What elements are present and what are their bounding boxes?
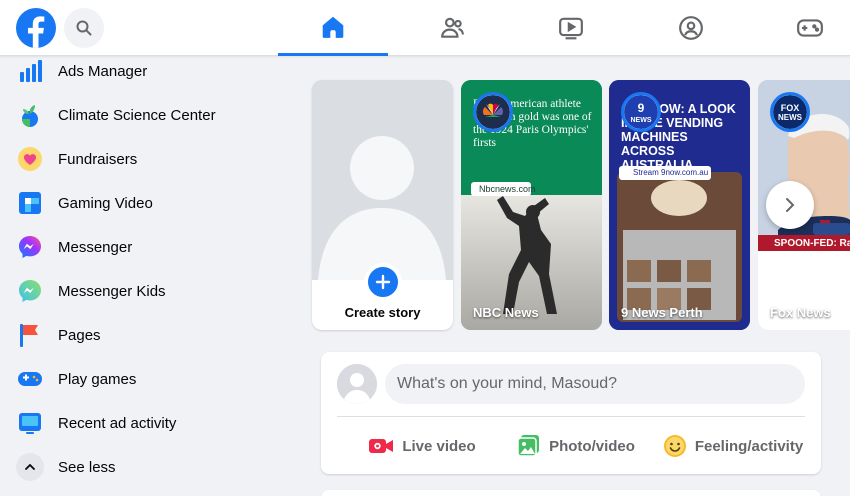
- search-icon: [76, 20, 92, 36]
- live-video-label: Live video: [402, 437, 476, 455]
- story-name: 9 News Perth: [621, 305, 703, 320]
- add-story-plus-icon[interactable]: [363, 263, 402, 301]
- svg-text:FOX: FOX: [781, 103, 800, 113]
- sidebar-item-label: Messenger: [58, 238, 133, 256]
- next-feed-card: [321, 490, 821, 496]
- story-source: Nbcnews.com: [479, 184, 536, 194]
- sidebar-item-label: Fundraisers: [58, 150, 138, 168]
- tab-groups[interactable]: [636, 0, 746, 56]
- sidebar-item-label: Gaming Video: [58, 194, 153, 212]
- home-icon: [322, 16, 344, 38]
- create-story-card[interactable]: Create story: [312, 80, 453, 330]
- sidebar-item-fundraisers[interactable]: Fundraisers: [8, 137, 280, 181]
- fox-news-avatar: FOX NEWS: [770, 92, 810, 132]
- recent-ad-activity-icon: [16, 409, 44, 437]
- live-video-button[interactable]: Live video: [347, 426, 497, 466]
- story-name: NBC News: [473, 305, 539, 320]
- photo-video-button[interactable]: Photo/video: [501, 426, 651, 466]
- svg-text:NEWS: NEWS: [778, 113, 803, 122]
- tab-friends[interactable]: [397, 0, 507, 56]
- gamepad-icon: [797, 19, 823, 37]
- sidebar-item-label: Messenger Kids: [58, 282, 166, 300]
- ads-manager-icon: [16, 57, 44, 85]
- sidebar-item-label: Ads Manager: [58, 62, 148, 80]
- user-avatar[interactable]: [337, 364, 377, 404]
- friends-icon: [441, 17, 464, 38]
- sidebar-item-label: Pages: [58, 326, 101, 344]
- tab-watch[interactable]: [516, 0, 626, 56]
- sidebar-item-gaming-video[interactable]: Gaming Video: [8, 181, 280, 225]
- story-name: Fox News: [770, 305, 831, 320]
- groups-icon: [679, 16, 703, 40]
- left-sidebar: Ads Manager Climate Science Center Fundr…: [0, 56, 290, 496]
- sidebar-item-label: Climate Science Center: [58, 106, 216, 124]
- sidebar-item-label: Play games: [58, 370, 137, 388]
- live-video-icon: [369, 439, 394, 453]
- photo-video-icon: [517, 435, 540, 457]
- chevron-right-icon: [786, 198, 795, 212]
- whats-on-your-mind-input[interactable]: What's on your mind, Masoud?: [385, 364, 805, 404]
- 9-news-avatar: 9 NEWS: [621, 92, 661, 132]
- sidebar-item-recent-ad-activity[interactable]: Recent ad activity: [8, 401, 280, 445]
- sidebar-item-messenger[interactable]: Messenger: [8, 225, 280, 269]
- climate-icon: [16, 101, 44, 129]
- tab-home[interactable]: [278, 0, 388, 56]
- sidebar-item-messenger-kids[interactable]: Messenger Kids: [8, 269, 280, 313]
- pages-flag-icon: [16, 321, 44, 349]
- story-card-9-news-perth[interactable]: ON 9NOW: A LOOK INSIDE VENDING MACHINES …: [609, 80, 750, 330]
- story-headline-banner: SPOON-FED: Radio host interviewed B... t…: [774, 238, 850, 249]
- play-games-icon: [16, 365, 44, 393]
- composer-divider: [337, 416, 805, 417]
- search-button[interactable]: [64, 8, 104, 48]
- messenger-kids-icon: [16, 277, 44, 305]
- svg-text:NEWS: NEWS: [631, 117, 652, 124]
- feeling-activity-label: Feeling/activity: [694, 437, 804, 455]
- gaming-video-icon: [16, 189, 44, 217]
- svg-text:9: 9: [638, 101, 645, 115]
- top-navigation-bar: [0, 0, 850, 56]
- sidebar-item-pages[interactable]: Pages: [8, 313, 280, 357]
- feeling-activity-button[interactable]: Feeling/activity: [653, 426, 813, 466]
- create-story-label: Create story: [344, 305, 421, 320]
- fundraisers-icon: [16, 145, 44, 173]
- chevron-up-icon: [16, 453, 44, 481]
- stories-next-button[interactable]: [766, 181, 814, 229]
- story-card-nbc-news[interactable]: Black American athlete who won gold was …: [461, 80, 602, 330]
- post-composer: What's on your mind, Masoud? Live video …: [321, 352, 821, 474]
- sidebar-see-less-button[interactable]: See less: [8, 445, 280, 489]
- sidebar-item-climate-science-center[interactable]: Climate Science Center: [8, 93, 280, 137]
- tab-gaming[interactable]: [755, 0, 850, 56]
- story-source: Stream 9now.com.au: [633, 168, 709, 177]
- facebook-logo-icon[interactable]: [16, 8, 56, 48]
- profile-placeholder-image: [312, 80, 453, 280]
- video-icon: [559, 17, 583, 40]
- nbc-news-avatar: [473, 92, 513, 132]
- feeling-smiley-icon: [663, 435, 686, 457]
- sidebar-item-play-games[interactable]: Play games: [8, 357, 280, 401]
- sidebar-item-label: See less: [58, 458, 116, 476]
- photo-video-label: Photo/video: [549, 437, 635, 455]
- messenger-icon: [16, 233, 44, 261]
- sidebar-item-label: Recent ad activity: [58, 414, 177, 432]
